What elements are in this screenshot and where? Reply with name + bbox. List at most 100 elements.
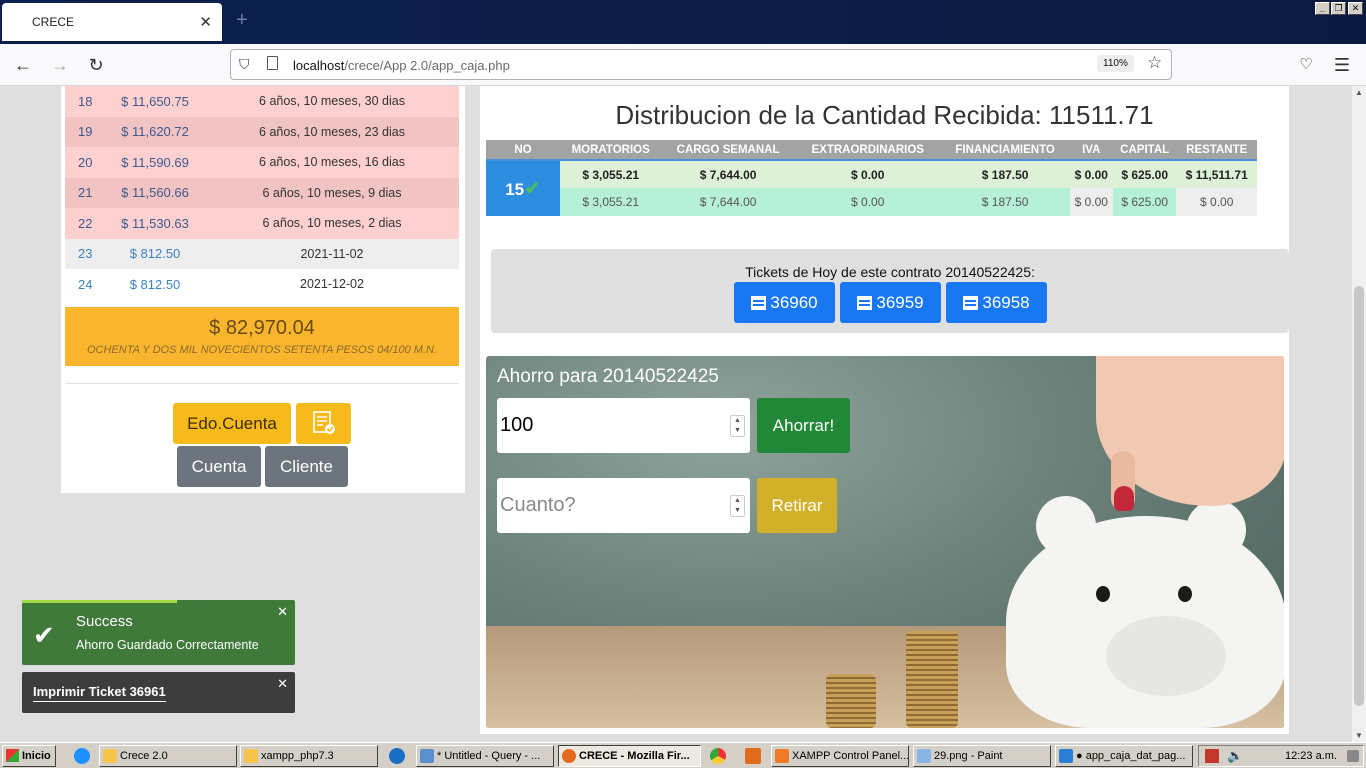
col-header: IVA bbox=[1069, 140, 1113, 161]
edge-icon[interactable] bbox=[389, 748, 405, 764]
print-ticket-toast: Imprimir Ticket 36961 ✕ bbox=[22, 672, 295, 713]
checklist-button[interactable] bbox=[296, 403, 351, 444]
cell: $ 3,055.21 bbox=[560, 160, 662, 188]
total-amount: $ 82,970.04 bbox=[209, 317, 315, 339]
sublime-icon[interactable] bbox=[745, 748, 761, 764]
table-row: 15✔ $ 3,055.21 $ 7,644.00 $ 0.00 $ 187.5… bbox=[486, 160, 1257, 216]
checklist-icon bbox=[312, 411, 335, 434]
ie-icon[interactable] bbox=[74, 748, 90, 764]
chrome-icon[interactable] bbox=[710, 748, 726, 764]
piggy-bank-image bbox=[1006, 496, 1284, 728]
list-icon bbox=[751, 296, 767, 310]
row-amount: $ 11,530.63 bbox=[121, 215, 189, 231]
cliente-button[interactable]: Cliente bbox=[265, 446, 348, 487]
toast-progress bbox=[22, 600, 177, 603]
url-text[interactable]: localhost/crece/App 2.0/app_caja.php bbox=[293, 58, 510, 73]
cell: $ 625.00 bbox=[1112, 188, 1177, 216]
cuenta-button[interactable]: Cuenta bbox=[177, 446, 261, 487]
new-tab-icon[interactable]: + bbox=[236, 9, 248, 32]
row-description: 6 años, 10 meses, 30 dias bbox=[259, 94, 405, 109]
savings-title: Ahorro para 20140522425 bbox=[497, 366, 719, 387]
show-desktop-icon[interactable] bbox=[1347, 750, 1359, 762]
network-icon[interactable] bbox=[1205, 749, 1219, 763]
taskbar-item[interactable]: XAMPP Control Panel... bbox=[771, 745, 909, 767]
minimize-icon[interactable]: _ bbox=[1315, 2, 1330, 15]
close-window-icon[interactable]: ✕ bbox=[1348, 2, 1363, 15]
ticket-button[interactable]: 36958 bbox=[946, 282, 1047, 323]
row-amount: $ 812.50 bbox=[129, 276, 181, 292]
cell: $ 187.50 bbox=[940, 160, 1070, 188]
payments-table: 18 $ 11,650.75 6 años, 10 meses, 30 dias… bbox=[65, 86, 459, 300]
withdraw-button[interactable]: Retirar bbox=[757, 478, 837, 533]
firefox-icon bbox=[562, 749, 576, 763]
table-row: 19 $ 11,620.72 6 años, 10 meses, 23 dias bbox=[65, 116, 459, 147]
taskbar-item[interactable]: CRECE - Mozilla Fir... bbox=[558, 745, 701, 767]
page-scrollbar[interactable]: ▲ ▼ bbox=[1352, 86, 1366, 742]
start-button[interactable]: Inicio bbox=[2, 745, 56, 767]
volume-icon[interactable]: 🔈 bbox=[1227, 748, 1243, 764]
row-amount: $ 11,620.72 bbox=[121, 124, 189, 140]
bookmark-star-icon[interactable]: ☆ bbox=[1147, 53, 1162, 73]
distribution-title: Distribucion de la Cantidad Recibida: 11… bbox=[615, 100, 1154, 130]
reload-icon[interactable]: ↻ bbox=[83, 52, 109, 78]
close-tab-icon[interactable]: ✕ bbox=[199, 13, 212, 31]
scroll-down-icon[interactable]: ▼ bbox=[1355, 731, 1363, 740]
close-icon[interactable]: ✕ bbox=[277, 604, 288, 620]
edo-cuenta-button[interactable]: Edo.Cuenta bbox=[173, 403, 291, 444]
cell: $ 0.00 bbox=[794, 188, 941, 216]
cell: $ 187.50 bbox=[940, 188, 1070, 216]
row-number: 23 bbox=[78, 246, 93, 262]
row-amount: $ 11,650.75 bbox=[121, 93, 189, 109]
savings-amount-input[interactable]: 100 ▲ ▼ bbox=[497, 398, 750, 453]
table-row: 18 $ 11,650.75 6 años, 10 meses, 30 dias bbox=[65, 86, 459, 117]
close-icon[interactable]: ✕ bbox=[277, 676, 288, 692]
shield-icon[interactable]: ⛉ bbox=[239, 56, 250, 73]
toast-title: Success bbox=[76, 613, 133, 630]
cell: $ 0.00 bbox=[1069, 188, 1113, 216]
row-description: 6 años, 10 meses, 9 dias bbox=[262, 185, 402, 200]
scroll-up-icon[interactable]: ▲ bbox=[1355, 88, 1363, 97]
menu-icon[interactable]: ☰ bbox=[1329, 52, 1355, 78]
cell: $ 7,644.00 bbox=[661, 188, 795, 216]
row-number: 18 bbox=[78, 93, 93, 109]
forward-icon[interactable]: → bbox=[47, 52, 73, 78]
payment-number: 15 bbox=[505, 180, 525, 199]
cell: $ 11,511.71 bbox=[1176, 160, 1257, 188]
scroll-thumb[interactable] bbox=[1354, 286, 1364, 706]
row-date: 2021-12-02 bbox=[300, 277, 364, 292]
taskbar-item[interactable]: xampp_php7.3 bbox=[240, 745, 378, 767]
back-icon[interactable]: ← bbox=[10, 52, 36, 78]
col-header: NO bbox=[486, 140, 560, 161]
query-icon bbox=[420, 749, 434, 763]
spinner-arrows-icon[interactable]: ▲ ▼ bbox=[730, 495, 745, 517]
row-description: 6 años, 10 meses, 23 dias bbox=[259, 124, 405, 139]
table-row: $ 3,055.21 $ 7,644.00 $ 0.00 $ 187.50 $ … bbox=[486, 188, 1257, 216]
withdraw-amount-input[interactable]: Cuanto? ▲ ▼ bbox=[497, 478, 750, 533]
ticket-button[interactable]: 36960 bbox=[734, 282, 835, 323]
list-icon bbox=[857, 296, 873, 310]
distribution-card: Distribucion de la Cantidad Recibida: 11… bbox=[480, 86, 1289, 734]
taskbar-item[interactable]: * Untitled - Query - ... bbox=[416, 745, 554, 767]
address-bar[interactable]: ⛉ localhost/crece/App 2.0/app_caja.php 1… bbox=[230, 49, 1172, 80]
list-icon bbox=[963, 296, 979, 310]
row-number: 22 bbox=[78, 215, 93, 231]
taskbar-item[interactable]: 29.png - Paint bbox=[913, 745, 1051, 767]
row-number: 24 bbox=[78, 276, 93, 292]
zoom-level[interactable]: 110% bbox=[1097, 55, 1134, 72]
spinner-arrows-icon[interactable]: ▲ ▼ bbox=[730, 415, 745, 437]
distribution-table: NO MORATORIOS CARGO SEMANAL EXTRAORDINAR… bbox=[486, 140, 1257, 216]
toast-message: Ahorro Guardado Correctamente bbox=[76, 638, 259, 652]
print-ticket-link[interactable]: Imprimir Ticket 36961 bbox=[33, 684, 166, 702]
pocket-icon[interactable]: ♡ bbox=[1293, 52, 1319, 78]
ticket-button[interactable]: 36959 bbox=[840, 282, 941, 323]
taskbar-item[interactable]: Crece 2.0 bbox=[99, 745, 237, 767]
taskbar-item[interactable]: ● app_caja_dat_pag... bbox=[1055, 745, 1193, 767]
save-button[interactable]: Ahorrar! bbox=[757, 398, 850, 453]
col-header: MORATORIOS bbox=[560, 140, 662, 161]
table-row: 21 $ 11,560.66 6 años, 10 meses, 9 dias bbox=[65, 177, 459, 208]
restore-icon[interactable]: ❐ bbox=[1331, 2, 1346, 15]
row-amount: $ 812.50 bbox=[129, 246, 181, 262]
coin-stack-image bbox=[906, 631, 958, 728]
taskbar: Inicio Crece 2.0 xampp_php7.3 * Untitled… bbox=[0, 742, 1366, 768]
browser-tab[interactable]: CRECE ✕ bbox=[2, 3, 222, 41]
